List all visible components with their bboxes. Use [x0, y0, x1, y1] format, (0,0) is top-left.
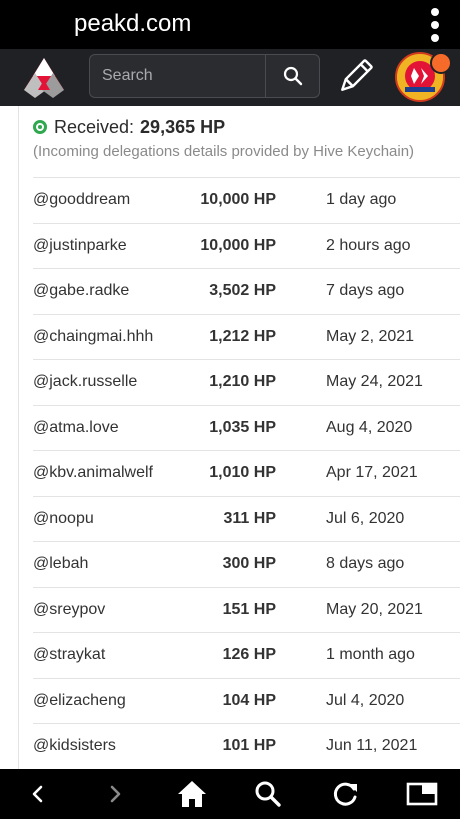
delegator-link[interactable]: @lebah	[33, 542, 88, 586]
delegation-amount: 1,212 HP	[209, 327, 276, 345]
table-row: @chaingmai.hhh 1,212 HP May 2, 2021	[33, 313, 460, 360]
table-row: @sreypov 151 HP May 20, 2021	[33, 586, 460, 633]
chevron-left-icon	[33, 785, 43, 803]
delegation-date: 1 day ago	[326, 191, 397, 208]
delegator-link[interactable]: @kidsisters	[33, 724, 116, 768]
delegator-link[interactable]: @gabe.radke	[33, 269, 129, 313]
delegation-amount: 10,000 HP	[200, 191, 276, 208]
delegator-link[interactable]: @straykat	[33, 633, 105, 677]
delegation-date: May 20, 2021	[326, 600, 423, 618]
delegation-amount: 104 HP	[222, 691, 276, 709]
tabs-icon	[406, 782, 437, 806]
table-row: @straykat 126 HP 1 month ago	[33, 632, 460, 678]
more-vertical-icon[interactable]	[430, 8, 440, 42]
search-box	[89, 54, 320, 98]
table-row: @elizacheng 104 HP Jul 4, 2020	[33, 677, 460, 724]
delegation-date: 7 days ago	[326, 282, 405, 299]
delegation-amount: 311 HP	[223, 509, 276, 527]
delegation-amount: 1,035 HP	[209, 418, 276, 436]
peakd-logo[interactable]	[18, 56, 70, 100]
delegation-date: Aug 4, 2020	[326, 418, 413, 436]
chevron-right-icon	[110, 785, 121, 803]
find-button[interactable]	[248, 774, 288, 814]
delegation-date: 8 days ago	[326, 555, 405, 572]
table-row: @gooddream 10,000 HP 1 day ago	[33, 177, 460, 223]
delegation-date: Apr 17, 2021	[326, 464, 418, 481]
delegator-link[interactable]: @gooddream	[33, 178, 130, 222]
delegator-link[interactable]: @justinparke	[33, 224, 127, 268]
table-row: @justinparke 10,000 HP 2 hours ago	[33, 222, 460, 269]
received-summary: Received: 29,365 HP	[33, 114, 225, 140]
delegation-amount: 300 HP	[222, 555, 276, 572]
notification-dot	[430, 52, 452, 74]
delegator-link[interactable]: @jack.russelle	[33, 360, 137, 404]
delegation-date: May 2, 2021	[326, 327, 415, 345]
delegator-link[interactable]: @chaingmai.hhh	[33, 315, 153, 359]
delegation-amount: 101 HP	[222, 737, 276, 754]
browser-bottom-bar	[0, 769, 460, 819]
received-value: 29,365 HP	[140, 116, 226, 137]
reload-button[interactable]	[325, 774, 365, 814]
url-text[interactable]: peakd.com	[74, 10, 191, 38]
delegator-link[interactable]: @elizacheng	[33, 679, 126, 723]
delegation-date: 2 hours ago	[326, 236, 411, 254]
reload-icon	[333, 782, 357, 806]
delegation-amount: 151 HP	[222, 600, 276, 618]
browser-top-bar: peakd.com	[0, 0, 460, 49]
tabs-button[interactable]	[402, 774, 442, 814]
delegation-date: May 24, 2021	[326, 373, 423, 390]
received-label: Received:	[54, 116, 135, 137]
site-header	[0, 49, 460, 106]
table-row: @lebah 300 HP 8 days ago	[33, 541, 460, 587]
delegator-link[interactable]: @atma.love	[33, 406, 119, 450]
forward-button[interactable]	[95, 774, 135, 814]
table-row: @kidsisters 101 HP Jun 11, 2021	[33, 723, 460, 769]
keychain-note: (Incoming delegations details provided b…	[33, 143, 415, 160]
delegation-amount: 126 HP	[222, 646, 276, 663]
search-input[interactable]	[90, 55, 268, 97]
delegation-amount: 10,000 HP	[200, 236, 276, 254]
delegation-date: Jul 6, 2020	[326, 509, 405, 527]
home-icon	[177, 781, 206, 807]
received-status-icon	[33, 120, 47, 134]
delegator-link[interactable]: @noopu	[33, 497, 94, 541]
delegator-link[interactable]: @kbv.animalwelf	[33, 451, 153, 495]
delegation-date: Jun 11, 2021	[326, 737, 418, 754]
pencil-icon[interactable]	[336, 58, 374, 96]
table-row: @jack.russelle 1,210 HP May 24, 2021	[33, 359, 460, 405]
delegation-amount: 1,010 HP	[209, 464, 276, 481]
delegation-date: Jul 4, 2020	[326, 691, 405, 709]
search-button[interactable]	[265, 55, 319, 97]
delegator-link[interactable]: @sreypov	[33, 588, 105, 632]
delegation-amount: 3,502 HP	[209, 282, 276, 299]
content-area: Received: 29,365 HP (Incoming delegation…	[0, 106, 460, 769]
back-button[interactable]	[18, 774, 58, 814]
search-icon	[283, 66, 302, 86]
divider	[18, 106, 19, 769]
table-row: @gabe.radke 3,502 HP 7 days ago	[33, 268, 460, 314]
table-row: @noopu 311 HP Jul 6, 2020	[33, 495, 460, 542]
delegation-amount: 1,210 HP	[209, 373, 276, 390]
table-row: @atma.love 1,035 HP Aug 4, 2020	[33, 404, 460, 451]
delegation-date: 1 month ago	[326, 646, 415, 663]
home-button[interactable]	[172, 774, 212, 814]
table-row: @kbv.animalwelf 1,010 HP Apr 17, 2021	[33, 450, 460, 496]
delegations-table: @gooddream 10,000 HP 1 day ago @justinpa…	[33, 177, 460, 769]
search-icon	[255, 781, 281, 807]
